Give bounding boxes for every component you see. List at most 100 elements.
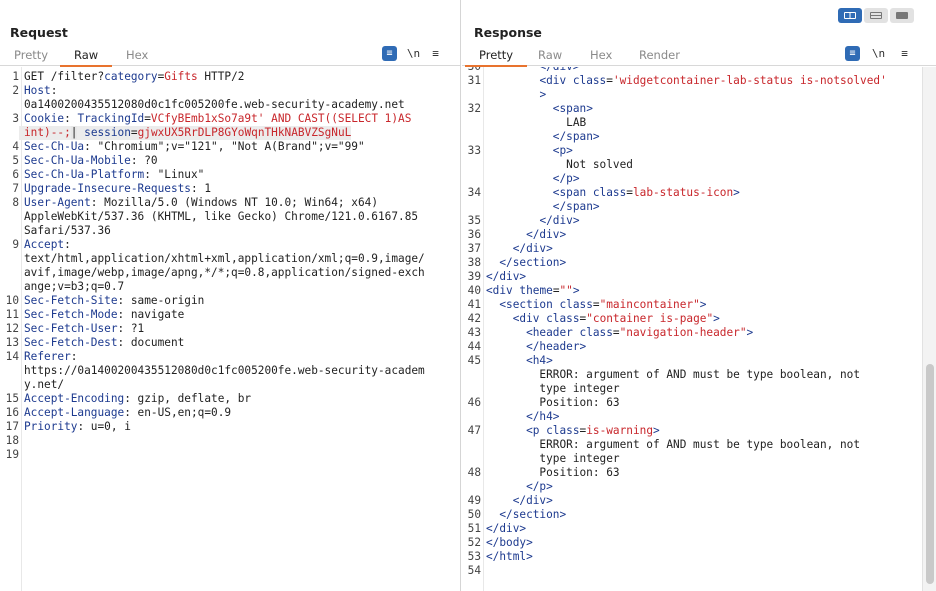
response-line: 42 <div class="container is-page"> xyxy=(462,312,936,326)
response-wrap-lines-icon[interactable]: ≡ xyxy=(845,46,860,61)
line-number: 2 xyxy=(12,84,19,97)
line-number: 39 xyxy=(467,270,481,283)
response-line: Not solved xyxy=(462,158,936,172)
line-number: 30 xyxy=(462,67,481,74)
request-wrap-lines-icon[interactable]: ≡ xyxy=(382,46,397,61)
line-content: type integer xyxy=(486,382,620,395)
layout-tabs-button[interactable] xyxy=(890,8,914,23)
line-content: Sec-Fetch-Dest: document xyxy=(24,336,185,349)
request-line: y.net/ xyxy=(0,378,460,392)
response-tab-hex[interactable]: Hex xyxy=(590,48,612,66)
response-scrollbar-thumb[interactable] xyxy=(926,364,934,584)
line-content: <h4> xyxy=(526,354,553,367)
request-line: 7 Upgrade-Insecure-Requests: 1 xyxy=(0,182,460,196)
line-content: https://0a1400200435512080d0c1fc005200fe… xyxy=(24,364,425,377)
line-content: </section> xyxy=(499,508,567,521)
request-line: 16 Accept-Language: en-US,en;q=0.9 xyxy=(0,406,460,420)
line-content: Accept-Encoding: gzip, deflate, br xyxy=(24,392,252,405)
layout-stacked-button[interactable] xyxy=(864,8,888,23)
request-line: 10 Sec-Fetch-Site: same-origin xyxy=(0,294,460,308)
response-line: ERROR: argument of AND must be type bool… xyxy=(462,368,936,382)
response-line: 32 <span> xyxy=(462,102,936,116)
response-newline-toggle[interactable]: \n xyxy=(871,46,886,61)
request-newline-toggle[interactable]: \n xyxy=(406,46,421,61)
line-content: Sec-Ch-Ua-Platform: "Linux" xyxy=(24,168,205,181)
line-number: 12 xyxy=(5,322,19,335)
line-number: 42 xyxy=(467,312,481,325)
line-number: 8 xyxy=(12,196,19,209)
line-number xyxy=(462,480,481,494)
request-line: int)--;| session=gjwxUX5RrDLP8GYoWqnTHkN… xyxy=(0,126,460,140)
request-tab-raw[interactable]: Raw xyxy=(59,48,113,67)
response-tab-render[interactable]: Render xyxy=(639,48,680,66)
line-number xyxy=(462,200,481,214)
line-content: GET /filter?category=Gifts HTTP/2 xyxy=(24,70,245,83)
layout-side-by-side-button[interactable] xyxy=(838,8,862,23)
response-line: type integer xyxy=(462,452,936,466)
response-scrollbar[interactable] xyxy=(922,67,936,591)
line-number xyxy=(462,158,481,172)
request-line: 5 Sec-Ch-Ua-Mobile: ?0 xyxy=(0,154,460,168)
line-number xyxy=(0,364,19,378)
line-content: </div> xyxy=(481,67,579,74)
line-number: 1 xyxy=(12,70,19,83)
line-number: 31 xyxy=(467,74,481,87)
request-line: 17 Priority: u=0, i xyxy=(0,420,460,434)
request-line: 18 xyxy=(0,434,460,448)
request-editor[interactable]: 1 GET /filter?category=Gifts HTTP/2 2 Host:… xyxy=(0,67,460,591)
response-line: 48 Position: 63 xyxy=(462,466,936,480)
response-line: 51 </div> xyxy=(462,522,936,536)
line-content: </span> xyxy=(552,130,600,143)
line-number: 9 xyxy=(12,238,19,251)
request-line: 12 Sec-Fetch-User: ?1 xyxy=(0,322,460,336)
line-content: Position: 63 xyxy=(486,466,620,479)
line-content xyxy=(19,448,24,462)
line-content: </section> xyxy=(499,256,567,269)
line-number: 11 xyxy=(5,308,19,321)
line-number: 45 xyxy=(467,354,481,367)
line-content: <div theme=""> xyxy=(486,284,580,297)
response-menu-icon[interactable]: ≡ xyxy=(897,46,912,61)
request-line: 6 Sec-Ch-Ua-Platform: "Linux" xyxy=(0,168,460,182)
line-content: text/html,application/xhtml+xml,applicat… xyxy=(24,252,425,265)
response-tab-pretty[interactable]: Pretty xyxy=(464,48,528,67)
response-line: 30 </div> xyxy=(462,67,936,74)
request-line: 19 xyxy=(0,448,460,462)
layout-mode-toggle xyxy=(838,8,914,23)
response-line: 44 </header> xyxy=(462,340,936,354)
line-number: 37 xyxy=(467,242,481,255)
request-line: 11 Sec-Fetch-Mode: navigate xyxy=(0,308,460,322)
response-pane: Response Pretty Raw Hex Render ≡ \n ≡ 30… xyxy=(462,0,936,591)
request-tab-pretty[interactable]: Pretty xyxy=(14,48,48,66)
line-content: <span> xyxy=(552,102,593,115)
request-line: 2 Host: xyxy=(0,84,460,98)
line-content: LAB xyxy=(486,116,587,129)
line-content: > xyxy=(539,88,547,101)
response-editor[interactable]: 30 </div>31 <div class='widgetcontainer-… xyxy=(462,67,936,591)
line-content: ERROR: argument of AND must be type bool… xyxy=(486,438,861,451)
response-title: Response xyxy=(474,25,542,40)
request-line: 1 GET /filter?category=Gifts HTTP/2 xyxy=(0,70,460,84)
line-content: Sec-Fetch-User: ?1 xyxy=(24,322,145,335)
line-content: </div> xyxy=(539,214,580,227)
line-number xyxy=(0,126,19,140)
response-line: 47 <p class=is-warning> xyxy=(462,424,936,438)
request-tab-hex[interactable]: Hex xyxy=(126,48,148,66)
line-number: 43 xyxy=(467,326,481,339)
line-content: Priority: u=0, i xyxy=(24,420,131,433)
response-line: 45 <h4> xyxy=(462,354,936,368)
line-content: </html> xyxy=(486,550,533,563)
line-content: </div> xyxy=(526,228,567,241)
line-number: 36 xyxy=(467,228,481,241)
response-tab-raw[interactable]: Raw xyxy=(538,48,562,66)
request-menu-icon[interactable]: ≡ xyxy=(428,46,443,61)
line-number xyxy=(462,438,481,452)
response-line: ERROR: argument of AND must be type bool… xyxy=(462,438,936,452)
line-content: </div> xyxy=(512,242,553,255)
line-content: y.net/ xyxy=(24,378,65,391)
line-number: 15 xyxy=(5,392,19,405)
request-pane: Request Pretty Raw Hex ≡ \n ≡ 1 GET /filt… xyxy=(0,0,461,591)
line-number: 33 xyxy=(467,144,481,157)
line-content: <section class="maincontainer"> xyxy=(499,298,707,311)
line-number xyxy=(0,224,19,238)
